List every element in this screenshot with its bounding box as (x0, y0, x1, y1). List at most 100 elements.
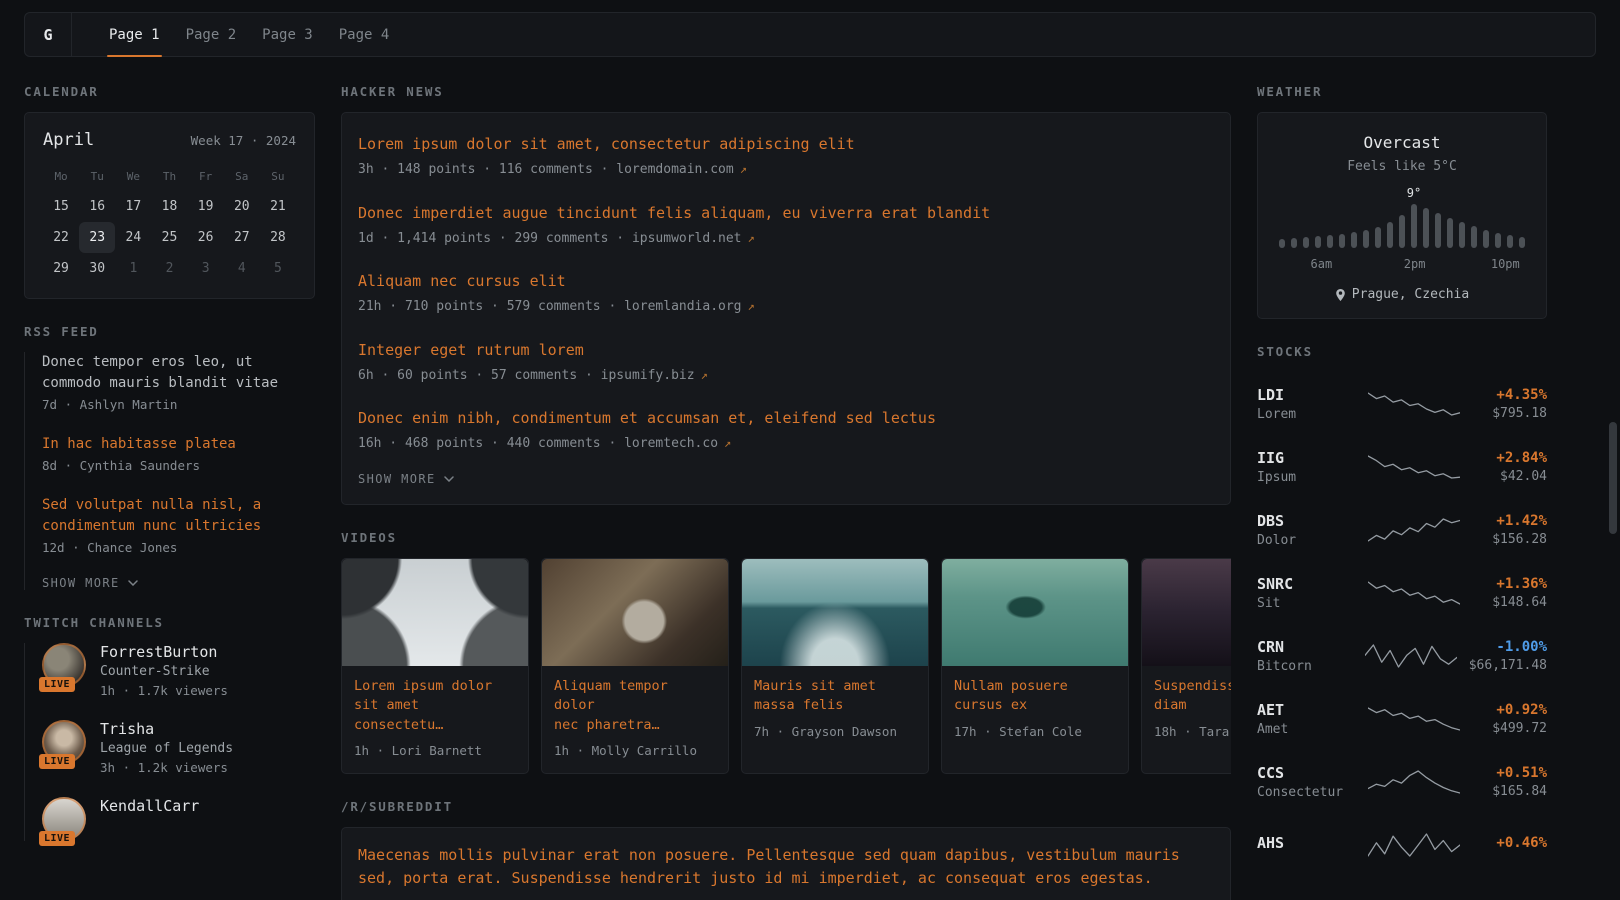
calendar-day[interactable]: 17 (115, 191, 151, 222)
hn-item-domain[interactable]: ipsumify.biz (601, 368, 695, 383)
rss-item-title[interactable]: In hac habitasse platea (42, 434, 315, 455)
hn-item-title[interactable]: Donec imperdiet augue tincidunt felis al… (358, 203, 1214, 224)
calendar-day[interactable]: 23 (79, 222, 115, 253)
channel-meta: 3h · 1.2k viewers (100, 759, 233, 778)
stock-change: +1.42% (1475, 513, 1547, 529)
page-tab[interactable]: Page 1 (96, 13, 173, 56)
live-badge: LIVE (39, 831, 75, 846)
stock-row[interactable]: SNRC Sit +1.36% $148.64 (1257, 561, 1547, 624)
external-link-icon: ↗ (701, 368, 708, 382)
stock-change: +1.36% (1475, 576, 1547, 592)
hn-item: Donec enim nibh, condimentum et accumsan… (358, 395, 1214, 464)
calendar-day[interactable]: 24 (115, 222, 151, 253)
calendar-section-title: CALENDAR (24, 84, 315, 99)
video-card[interactable]: Nullam posuere cursus ex 17h · Stefan Co… (941, 558, 1129, 774)
hn-item-domain[interactable]: loremlandia.org (624, 299, 741, 314)
calendar-day[interactable]: 15 (43, 191, 79, 222)
hn-item: Donec imperdiet augue tincidunt felis al… (358, 190, 1214, 259)
stocks-widget: STOCKS LDI Lorem +4.35% $795.18 (1257, 344, 1547, 876)
calendar-day[interactable]: 27 (224, 222, 260, 253)
stock-sparkline (1353, 704, 1475, 734)
calendar-day[interactable]: 22 (43, 222, 79, 253)
stock-row[interactable]: CRN Bitcorn -1.00% $66,171.48 (1257, 624, 1547, 687)
video-title[interactable]: Mauris sit amet massa felis (754, 677, 916, 716)
stock-ticker: IIG (1257, 449, 1353, 467)
page-tab[interactable]: Page 4 (326, 13, 403, 56)
stock-sparkline (1353, 830, 1475, 860)
calendar-widget: CALENDAR April Week 17 · 2024 MoTuWeThFr… (24, 84, 315, 299)
hackernews-widget: HACKER NEWS Lorem ipsum dolor sit amet, … (341, 84, 1231, 505)
twitch-channel[interactable]: LIVE KendallCarr (42, 797, 315, 841)
calendar-day[interactable]: 2 (151, 253, 187, 284)
rss-show-more-button[interactable]: SHOW MORE (42, 576, 138, 590)
weather-bar (1507, 235, 1513, 248)
page-tab[interactable]: Page 2 (173, 13, 250, 56)
subreddit-post-title[interactable]: Maecenas mollis pulvinar erat non posuer… (358, 844, 1214, 891)
channel-avatar: LIVE (42, 720, 86, 764)
video-thumbnail (942, 559, 1128, 666)
video-card[interactable]: Mauris sit amet massa felis 7h · Grayson… (741, 558, 929, 774)
calendar-day[interactable]: 4 (224, 253, 260, 284)
stock-row[interactable]: DBS Dolor +1.42% $156.28 (1257, 498, 1547, 561)
twitch-channel[interactable]: LIVE ForrestBurton Counter-Strike 1h · 1… (42, 643, 315, 701)
video-title[interactable]: Lorem ipsum dolor sit amet consectetu… (354, 677, 516, 736)
stock-row[interactable]: AET Amet +0.92% $499.72 (1257, 687, 1547, 750)
calendar-day[interactable]: 16 (79, 191, 115, 222)
weather-bar (1375, 227, 1381, 248)
stock-row[interactable]: IIG Ipsum +2.84% $42.04 (1257, 435, 1547, 498)
channel-name[interactable]: Trisha (100, 720, 233, 738)
calendar-day[interactable]: 3 (188, 253, 224, 284)
stock-values: +1.36% $148.64 (1475, 576, 1547, 610)
hn-item-title[interactable]: Donec enim nibh, condimentum et accumsan… (358, 408, 1214, 429)
video-title[interactable]: Suspendisse diam (1154, 677, 1231, 716)
stock-row[interactable]: CCS Consectetur +0.51% $165.84 (1257, 750, 1547, 813)
calendar-day[interactable]: 29 (43, 253, 79, 284)
calendar-day[interactable]: 19 (188, 191, 224, 222)
stock-row[interactable]: AHS +0.46% (1257, 813, 1547, 876)
stock-price: $148.64 (1475, 595, 1547, 610)
weather-bar (1519, 237, 1525, 248)
hn-item-title[interactable]: Integer eget rutrum lorem (358, 340, 1214, 361)
center-column: HACKER NEWS Lorem ipsum dolor sit amet, … (341, 59, 1231, 900)
hn-item-domain[interactable]: ipsumworld.net (632, 231, 742, 246)
rss-item-title[interactable]: Sed volutpat nulla nisl, a condimentum n… (42, 495, 315, 537)
calendar-weekday: Mo (43, 166, 79, 191)
scrollbar-thumb[interactable] (1609, 422, 1617, 534)
app-logo[interactable]: G (25, 13, 72, 56)
calendar-day[interactable]: 28 (260, 222, 296, 253)
calendar-day[interactable]: 1 (115, 253, 151, 284)
calendar-day[interactable]: 30 (79, 253, 115, 284)
weather-bar (1495, 233, 1501, 248)
hn-item-meta: 16h · 468 points · 440 comments · loremt… (358, 434, 1214, 454)
external-link-icon: ↗ (724, 436, 731, 450)
live-badge: LIVE (39, 754, 75, 769)
video-title[interactable]: Aliquam tempor dolor nec pharetra… (554, 677, 716, 736)
twitch-channel[interactable]: LIVE Trisha League of Legends 3h · 1.2k … (42, 720, 315, 778)
weather-section-title: WEATHER (1257, 84, 1547, 99)
calendar-day[interactable]: 26 (188, 222, 224, 253)
calendar-day[interactable]: 5 (260, 253, 296, 284)
calendar-weekday-row: MoTuWeThFrSaSu (43, 166, 296, 191)
video-card[interactable]: Lorem ipsum dolor sit amet consectetu… 1… (341, 558, 529, 774)
hackernews-show-more-button[interactable]: SHOW MORE (358, 472, 454, 486)
channel-avatar: LIVE (42, 797, 86, 841)
stock-row[interactable]: LDI Lorem +4.35% $795.18 (1257, 372, 1547, 435)
calendar-day[interactable]: 20 (224, 191, 260, 222)
video-title[interactable]: Nullam posuere cursus ex (954, 677, 1116, 716)
hn-item-title[interactable]: Lorem ipsum dolor sit amet, consectetur … (358, 134, 1214, 155)
stock-name: Consectetur (1257, 785, 1353, 800)
video-card[interactable]: Aliquam tempor dolor nec pharetra… 1h · … (541, 558, 729, 774)
calendar-day[interactable]: 25 (151, 222, 187, 253)
rss-item-title[interactable]: Donec tempor eros leo, ut commodo mauris… (42, 352, 315, 394)
calendar-day[interactable]: 18 (151, 191, 187, 222)
hn-item-domain[interactable]: loremdomain.com (616, 162, 733, 177)
weather-bar-fill (1279, 239, 1285, 248)
hn-item-domain[interactable]: loremtech.co (624, 436, 718, 451)
page-tab[interactable]: Page 3 (249, 13, 326, 56)
stock-price: $66,171.48 (1469, 658, 1547, 673)
calendar-day[interactable]: 21 (260, 191, 296, 222)
channel-name[interactable]: ForrestBurton (100, 643, 228, 661)
channel-name[interactable]: KendallCarr (100, 797, 199, 815)
video-card[interactable]: Suspendisse diam 18h · Tara (1141, 558, 1231, 774)
hn-item-title[interactable]: Aliquam nec cursus elit (358, 271, 1214, 292)
